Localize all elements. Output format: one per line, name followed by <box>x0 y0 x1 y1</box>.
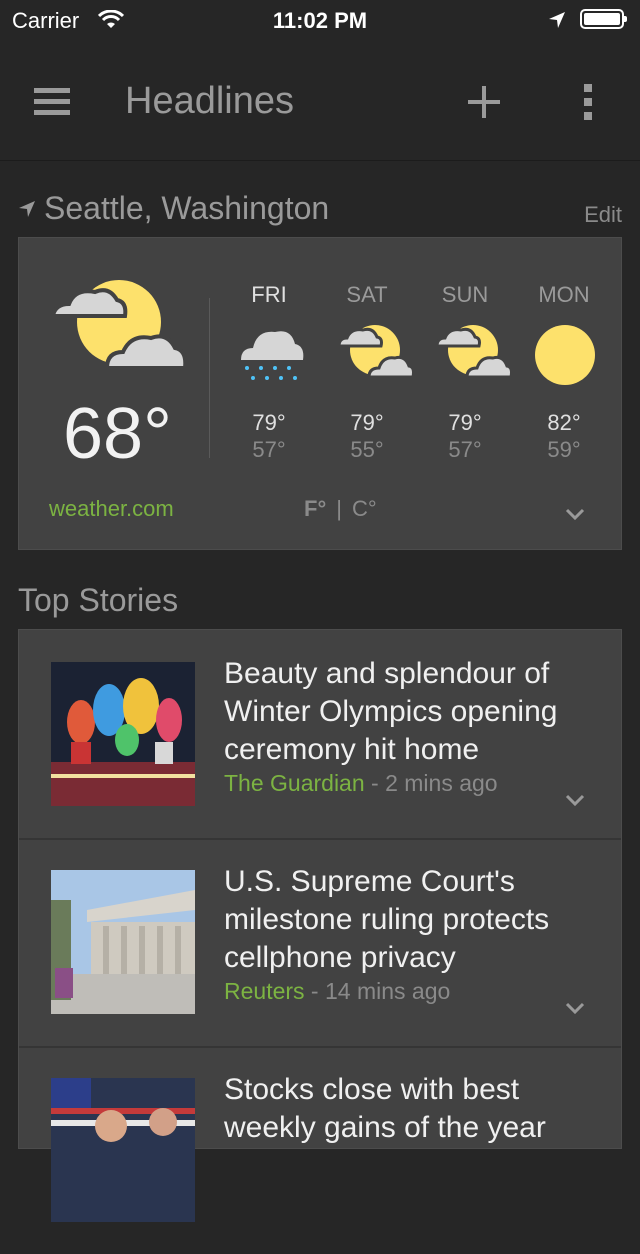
location-name: Seattle, Washington <box>44 190 330 226</box>
navigation-arrow-icon <box>19 201 35 217</box>
chevron-down-icon[interactable] <box>565 508 585 520</box>
partly-cloudy-icon <box>435 325 513 379</box>
unit-separator: | <box>336 496 342 521</box>
story-source[interactable]: The Guardian <box>224 770 365 796</box>
forecast-low: 55° <box>350 437 384 462</box>
weather-source-link[interactable]: weather.com <box>49 496 174 522</box>
chevron-down-icon[interactable] <box>565 794 585 806</box>
current-temperature: 68° <box>63 394 172 474</box>
location-row: Seattle, Washington Edit <box>0 180 640 236</box>
story-meta: The Guardian - 2 mins ago <box>224 770 498 797</box>
story-item[interactable]: Beauty and splendour of Winter Olympics … <box>19 630 621 840</box>
forecast-high: 79° <box>252 410 286 435</box>
story-item[interactable]: U.S. Supreme Court's milestone ruling pr… <box>19 838 621 1048</box>
story-source[interactable]: Reuters <box>224 978 305 1004</box>
partly-cloudy-icon <box>51 280 188 370</box>
forecast-day: SAT 79° 55° <box>327 282 415 512</box>
status-time: 11:02 PM <box>272 8 368 33</box>
forecast-day: FRI 79° 57° <box>229 282 309 512</box>
unit-celsius[interactable]: C° <box>352 496 377 521</box>
forecast-day-name: SAT <box>346 282 388 307</box>
story-headline[interactable]: U.S. Supreme Court's milestone ruling pr… <box>224 863 604 977</box>
forecast-low: 57° <box>252 437 286 462</box>
section-title: Top Stories <box>18 582 179 618</box>
sunny-icon <box>535 325 595 385</box>
forecast-day: MON 82° 59° <box>524 282 604 512</box>
forecast-day-name: MON <box>538 282 590 307</box>
story-thumbnail <box>51 662 195 806</box>
status-bar: Carrier 11:02 PM <box>0 0 640 40</box>
battery-icon <box>580 9 627 29</box>
app-bar: Headlines <box>0 40 640 161</box>
story-meta: Reuters - 14 mins ago <box>224 978 450 1005</box>
partly-cloudy-icon <box>337 325 415 379</box>
location-arrow-icon <box>549 12 565 28</box>
unit-fahrenheit[interactable]: F° <box>304 496 326 521</box>
hamburger-menu-icon[interactable] <box>34 88 70 116</box>
forecast-day-name: SUN <box>441 282 489 307</box>
story-item[interactable]: Stocks close with best weekly gains of t… <box>19 1046 621 1254</box>
page-title: Headlines <box>125 80 294 122</box>
forecast-day-name: FRI <box>251 282 287 307</box>
story-headline[interactable]: Beauty and splendour of Winter Olympics … <box>224 655 604 769</box>
forecast-low: 57° <box>448 437 482 462</box>
more-vertical-icon[interactable] <box>582 84 594 120</box>
forecast-day: SUN 79° 57° <box>425 282 513 512</box>
rain-icon <box>241 331 304 380</box>
stories-list: Beauty and splendour of Winter Olympics … <box>18 629 622 1222</box>
plus-icon[interactable] <box>468 86 500 118</box>
story-thumbnail <box>51 870 195 1014</box>
story-time: - 2 mins ago <box>364 770 498 796</box>
chevron-down-icon[interactable] <box>565 1002 585 1014</box>
divider <box>209 298 210 458</box>
edit-button[interactable]: Edit <box>584 202 622 228</box>
forecast-high: 79° <box>448 410 482 435</box>
weather-card[interactable]: 68° FRI 79° 57° SAT 79° 55° SUN 79° 57° <box>18 237 622 550</box>
forecast-low: 59° <box>547 437 581 462</box>
forecast-high: 82° <box>547 410 581 435</box>
story-thumbnail <box>51 1078 195 1222</box>
unit-toggle[interactable]: F° | C° <box>304 496 377 522</box>
story-time: - 14 mins ago <box>304 978 451 1004</box>
forecast-high: 79° <box>350 410 384 435</box>
